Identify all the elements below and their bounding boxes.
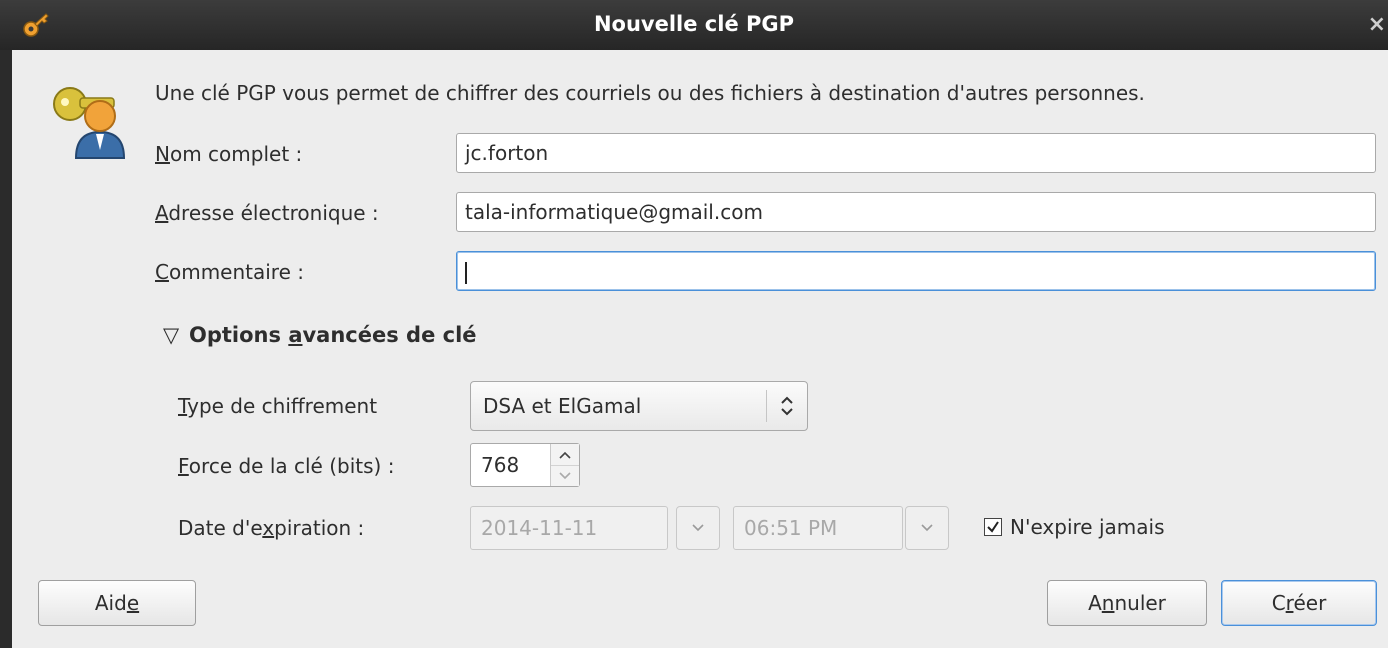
comment-mnemonic: C — [155, 260, 169, 284]
close-icon[interactable]: × — [1368, 12, 1386, 37]
keys-person-icon — [53, 87, 126, 159]
expiry-time-input[interactable]: 06:51 PM — [733, 506, 903, 550]
email-mnemonic: A — [155, 201, 169, 225]
never-expire-post: amais — [1104, 515, 1165, 539]
expiry-label-pre: Date d'e — [178, 516, 263, 540]
title-bar: Nouvelle clé PGP × — [0, 0, 1388, 51]
expiry-date-input[interactable]: 2014-11-11 — [470, 506, 668, 550]
checkbox-box[interactable] — [984, 518, 1002, 536]
spin-buttons — [550, 444, 579, 486]
chevron-up-icon — [559, 451, 571, 459]
full-name-label-text: om complet : — [169, 142, 303, 166]
key-strength-mnemonic: F — [178, 454, 189, 478]
email-label: Adresse électronique : — [155, 201, 379, 225]
email-input[interactable]: tala-informatique@gmail.com — [456, 192, 1376, 232]
combo-separator — [766, 390, 767, 422]
full-name-input[interactable]: jc.forton — [456, 133, 1376, 173]
encryption-type-mnemonic: T — [178, 394, 188, 418]
help-mnemonic: e — [126, 591, 140, 615]
cancel-label-pre: A — [1088, 591, 1102, 615]
cancel-label-post: nuler — [1114, 591, 1166, 615]
full-name-label: Nom complet : — [155, 142, 302, 166]
expander-mnemonic: a — [288, 323, 303, 347]
window-title: Nouvelle clé PGP — [593, 12, 795, 36]
new-pgp-key-dialog: Une clé PGP vous permet de chiffrer des … — [12, 50, 1388, 648]
comment-label: Commentaire : — [155, 260, 304, 284]
comment-label-text: ommentaire : — [168, 260, 304, 284]
create-label-post: éer — [1293, 591, 1327, 615]
expander-label-pre: Options — [189, 323, 289, 347]
key-strength-spinbutton[interactable]: 768 — [470, 443, 580, 487]
encryption-type-label: Type de chiffrement — [178, 394, 377, 418]
encryption-type-combo[interactable]: DSA et ElGamal — [470, 381, 808, 431]
chevron-down-icon — [921, 524, 933, 532]
up-down-arrows-icon — [781, 396, 793, 416]
expander-triangle-icon: ▽ — [163, 323, 180, 347]
expander-label-post: vancées de clé — [302, 323, 477, 347]
key-strength-label: Force de la clé (bits) : — [178, 454, 394, 478]
expiry-date-label: Date d'expiration : — [178, 516, 364, 540]
expiry-label-post: piration : — [274, 516, 365, 540]
chevron-down-icon — [692, 524, 704, 532]
checkmark-icon — [987, 521, 999, 533]
key-strength-label-text: orce de la clé (bits) : — [188, 454, 395, 478]
help-label-pre: Aid — [94, 591, 127, 615]
dialog-description: Une clé PGP vous permet de chiffrer des … — [155, 81, 1145, 105]
never-expire-pre: N'expire — [1010, 515, 1099, 539]
advanced-options-expander[interactable]: ▽ Options avancées de clé — [163, 323, 477, 347]
chevron-down-icon — [559, 472, 571, 480]
encryption-type-value: DSA et ElGamal — [483, 394, 642, 418]
cancel-mnemonic: n — [1101, 591, 1115, 615]
text-caret — [465, 261, 467, 284]
window-frame — [0, 50, 12, 648]
encryption-type-label-text: ype de chiffrement — [187, 394, 378, 418]
create-label-pre: C — [1271, 591, 1286, 615]
expiry-date-dropdown-button[interactable] — [676, 506, 720, 550]
create-button[interactable]: Créer — [1221, 580, 1377, 626]
decrement-button[interactable] — [551, 465, 579, 486]
key-strength-value: 768 — [481, 453, 520, 477]
help-button[interactable]: Aide — [38, 580, 196, 626]
cancel-button[interactable]: Annuler — [1047, 580, 1207, 626]
full-name-mnemonic: N — [155, 142, 170, 166]
increment-button[interactable] — [551, 444, 579, 465]
email-label-text: dresse électronique : — [168, 201, 379, 225]
expiry-mnemonic: x — [262, 516, 275, 540]
comment-input[interactable] — [456, 251, 1376, 291]
expiry-time-dropdown-button[interactable] — [905, 506, 949, 550]
never-expire-checkbox[interactable]: N'expire jamais — [984, 515, 1165, 539]
